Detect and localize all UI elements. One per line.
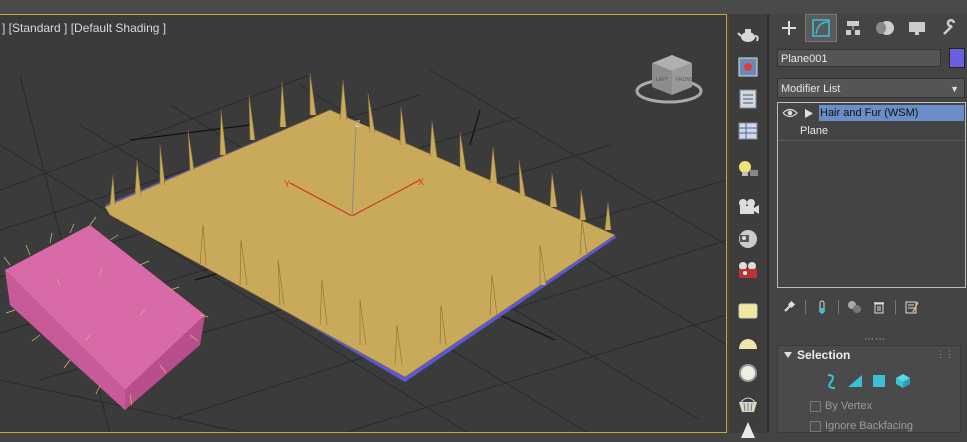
toolbar-divider (895, 300, 896, 314)
display-icon (909, 22, 925, 35)
modifier-list-dropdown[interactable]: Modifier List ▼ (777, 78, 965, 98)
rollout-dots: ⋮⋮ (936, 349, 954, 359)
command-panel: Plane001 Modifier List ▼ Hair and Fur (W… (769, 14, 967, 433)
basket-icon[interactable] (734, 392, 762, 418)
perspective-viewport[interactable]: Y X Z LEFT FRONT ] [Standard ] [Default … (0, 14, 727, 433)
expand-triangle-icon[interactable] (805, 109, 813, 118)
top-strip (0, 0, 967, 14)
tube-icon (819, 300, 825, 314)
camera-shot-icon[interactable] (734, 258, 762, 284)
render-frame-icon[interactable] (734, 54, 762, 80)
pin-icon (784, 300, 796, 312)
axis-z-label: Z (355, 119, 361, 129)
side-toolbar (729, 14, 769, 438)
camera-icon[interactable] (734, 194, 762, 220)
stack-item-plane[interactable]: Plane (800, 123, 828, 139)
toolbar-divider (838, 300, 839, 314)
polygon-icon[interactable] (870, 372, 888, 390)
stack-toolbar (777, 298, 965, 316)
axis-x-label: X (418, 177, 424, 187)
viewcube-face-front: FRONT (676, 77, 693, 83)
ignore-backfacing-option[interactable]: Ignore Backfacing (810, 420, 913, 432)
configure-modifier-sets-button[interactable] (900, 298, 924, 316)
stack-item-hair-and-fur[interactable]: Hair and Fur (WSM) (778, 105, 965, 121)
configure-icon (905, 301, 919, 314)
tab-motion[interactable] (869, 14, 901, 42)
tab-hierarchy[interactable] (837, 14, 869, 42)
teapot-render-icon[interactable] (734, 22, 762, 48)
motion-icon (876, 21, 894, 35)
pin-stack-button[interactable] (777, 298, 801, 316)
create-icon (782, 21, 796, 35)
command-tabs (773, 14, 965, 42)
rollout-collapse-icon[interactable] (784, 352, 792, 358)
make-unique-button[interactable] (843, 298, 867, 316)
object-name-field[interactable]: Plane001 (777, 49, 941, 67)
tab-utilities[interactable] (933, 14, 965, 42)
camera-setup-icon[interactable] (734, 226, 762, 252)
sphere-icon[interactable] (734, 360, 762, 386)
panel-grip[interactable]: ⋯⋯ (864, 334, 886, 345)
viewport-label[interactable]: ] [Standard ] [Default Shading ] (2, 21, 166, 35)
render-setup-icon[interactable] (734, 86, 762, 112)
viewcube: LEFT FRONT (635, 55, 703, 104)
selection-rollout: Selection ⋮⋮ By Vertex Ignore Backfacing (777, 345, 961, 433)
viewport-scene: Y X Z LEFT FRONT (0, 55, 726, 432)
selection-level-icons (822, 372, 912, 390)
trash-icon (874, 302, 884, 314)
rollout-title[interactable]: Selection (797, 348, 850, 362)
axis-y-label: Y (284, 179, 290, 189)
face-icon[interactable] (846, 372, 864, 390)
element-icon[interactable] (894, 372, 912, 390)
utilities-icon (943, 19, 956, 35)
viewcube-face-left: LEFT (656, 77, 668, 83)
modify-icon (812, 19, 830, 37)
guides-icon[interactable] (822, 372, 840, 390)
by-vertex-label: By Vertex (825, 400, 873, 412)
toolbar-divider (805, 300, 806, 314)
tab-modify[interactable] (805, 14, 837, 42)
light-icon[interactable] (734, 156, 762, 182)
eye-icon[interactable] (782, 105, 798, 121)
modifier-stack[interactable]: Hair and Fur (WSM) Plane (777, 102, 966, 288)
ignore-backfacing-label: Ignore Backfacing (825, 420, 914, 432)
stack-item-label: Hair and Fur (WSM) (819, 105, 964, 121)
dome-icon[interactable] (734, 330, 762, 356)
tab-create[interactable] (773, 14, 805, 42)
stack-divider (778, 140, 965, 141)
remove-modifier-button[interactable] (867, 298, 891, 316)
rectangle-tool-icon[interactable] (734, 298, 762, 324)
by-vertex-option[interactable]: By Vertex (810, 400, 872, 412)
stack-item-label: Plane (800, 125, 829, 137)
tab-display[interactable] (901, 14, 933, 42)
ignore-backfacing-checkbox[interactable] (810, 420, 821, 432)
modifier-list-label: Modifier List (781, 83, 841, 95)
render-table-icon[interactable] (734, 118, 762, 144)
object-color-swatch[interactable] (949, 48, 965, 68)
cone-icon[interactable] (734, 416, 762, 442)
by-vertex-checkbox[interactable] (810, 400, 821, 412)
make-unique-icon (848, 301, 861, 313)
hierarchy-icon (846, 21, 860, 35)
chevron-down-icon: ▼ (950, 84, 959, 94)
show-end-result-button[interactable] (810, 298, 834, 316)
